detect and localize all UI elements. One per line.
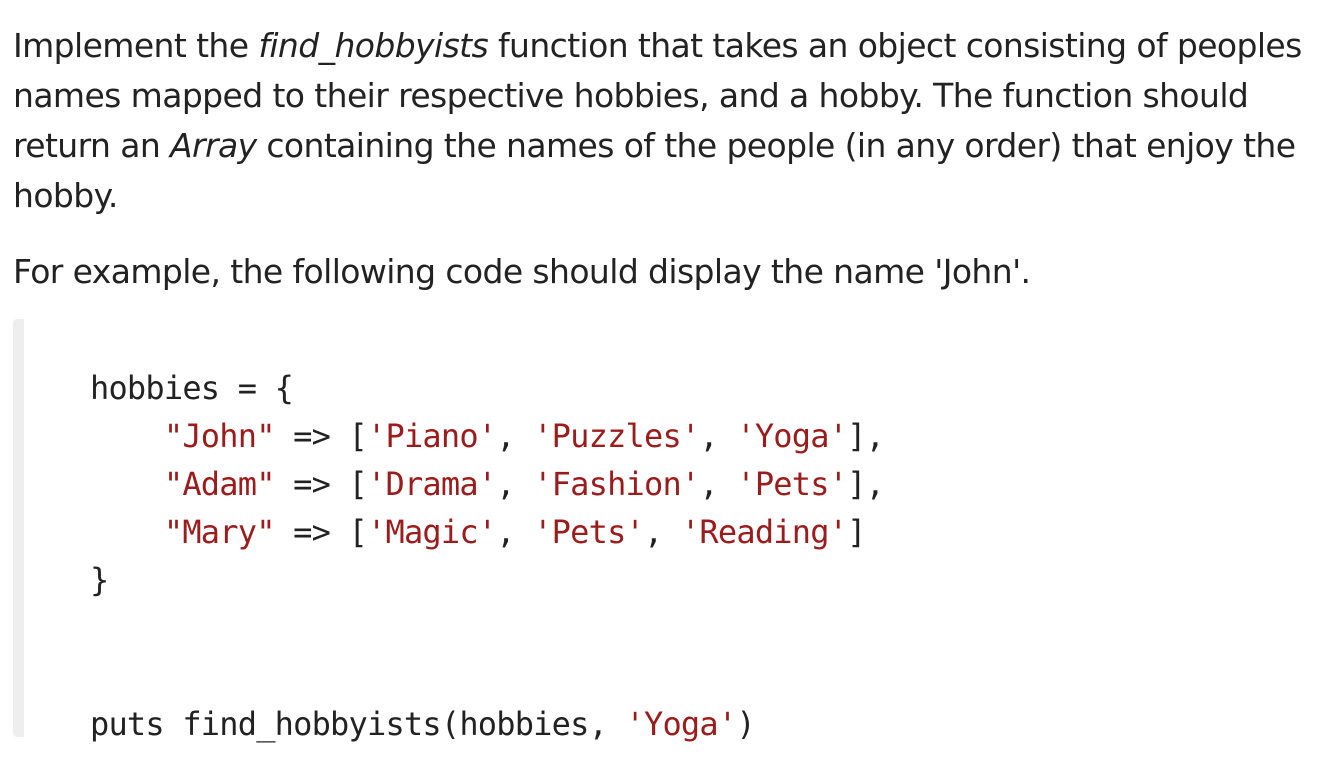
function-name: find_hobbyists bbox=[258, 26, 489, 65]
code-line: hobbies = { bbox=[90, 369, 294, 407]
code-line: puts find_hobbyists(hobbies, 'Yoga') bbox=[90, 705, 756, 743]
code-line: "Adam" => ['Drama', 'Fashion', 'Pets'], bbox=[163, 465, 885, 503]
instructions-paragraph: Implement the find_hobbyists function th… bbox=[13, 21, 1303, 221]
code-block: hobbies = { "John" => ['Piano', 'Puzzles… bbox=[13, 319, 1303, 743]
code-line: "Mary" => ['Magic', 'Pets', 'Reading'] bbox=[163, 513, 867, 551]
instructions: Implement the find_hobbyists function th… bbox=[13, 21, 1303, 297]
type-name: Array bbox=[170, 126, 257, 165]
code-line: } bbox=[90, 561, 109, 599]
example-intro: For example, the following code should d… bbox=[13, 252, 1031, 291]
code-line: "John" => ['Piano', 'Puzzles', 'Yoga'], bbox=[163, 417, 885, 455]
code-listing: hobbies = { "John" => ['Piano', 'Puzzles… bbox=[90, 364, 885, 748]
text-segment: Implement the bbox=[13, 26, 259, 65]
